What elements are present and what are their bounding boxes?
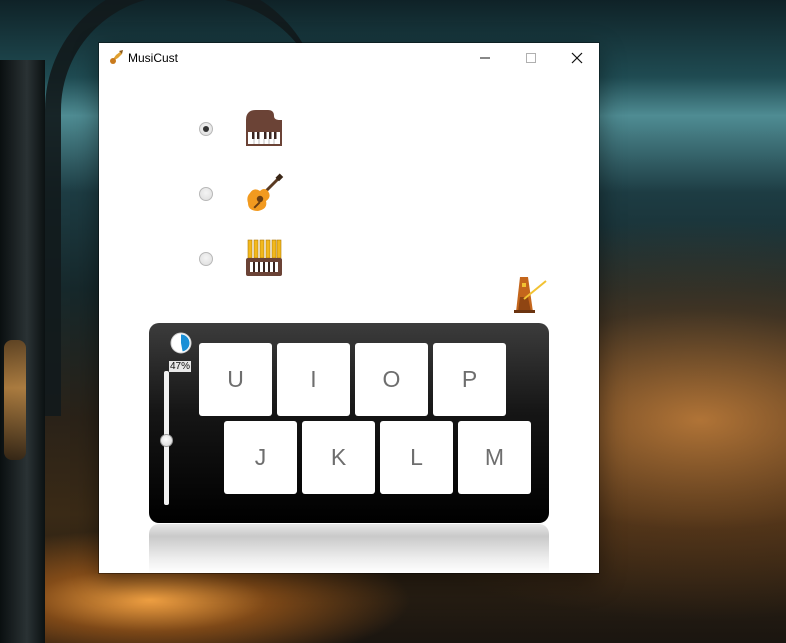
app-icon: [110, 50, 123, 64]
key-o[interactable]: O: [355, 343, 428, 416]
metronome-icon[interactable]: [506, 273, 548, 313]
accordion-icon: [246, 239, 282, 276]
key-j[interactable]: J: [224, 421, 297, 494]
volume-pie-indicator: [170, 332, 192, 354]
volume-percent-label: 47%: [169, 361, 192, 372]
maximize-button[interactable]: [508, 43, 554, 73]
key-m[interactable]: M: [458, 421, 531, 494]
key-p[interactable]: P: [433, 343, 506, 416]
title-bar[interactable]: MusiCust: [99, 43, 599, 73]
close-icon: [571, 52, 583, 64]
key-i[interactable]: I: [277, 343, 350, 416]
radio-guitar[interactable]: [199, 187, 213, 201]
maximize-icon: [526, 53, 536, 63]
key-u[interactable]: U: [199, 343, 272, 416]
key-k[interactable]: K: [302, 421, 375, 494]
keyboard-reflection: [149, 524, 549, 573]
radio-piano[interactable]: [199, 122, 213, 136]
key-l[interactable]: L: [380, 421, 453, 494]
app-window: MusiCust 47% U I O P J K L M: [99, 43, 599, 573]
window-title: MusiCust: [128, 51, 179, 65]
keyboard-panel: 47% UIOP JKLM: [149, 323, 549, 523]
radio-accordion[interactable]: [199, 252, 213, 266]
wallpaper-lamp-shine: [4, 340, 26, 460]
close-button[interactable]: [554, 43, 600, 73]
volume-slider-thumb[interactable]: [160, 434, 173, 447]
guitar-icon: [247, 173, 284, 211]
piano-icon: [246, 110, 282, 146]
minimize-button[interactable]: [462, 43, 508, 73]
minimize-icon: [480, 57, 490, 59]
